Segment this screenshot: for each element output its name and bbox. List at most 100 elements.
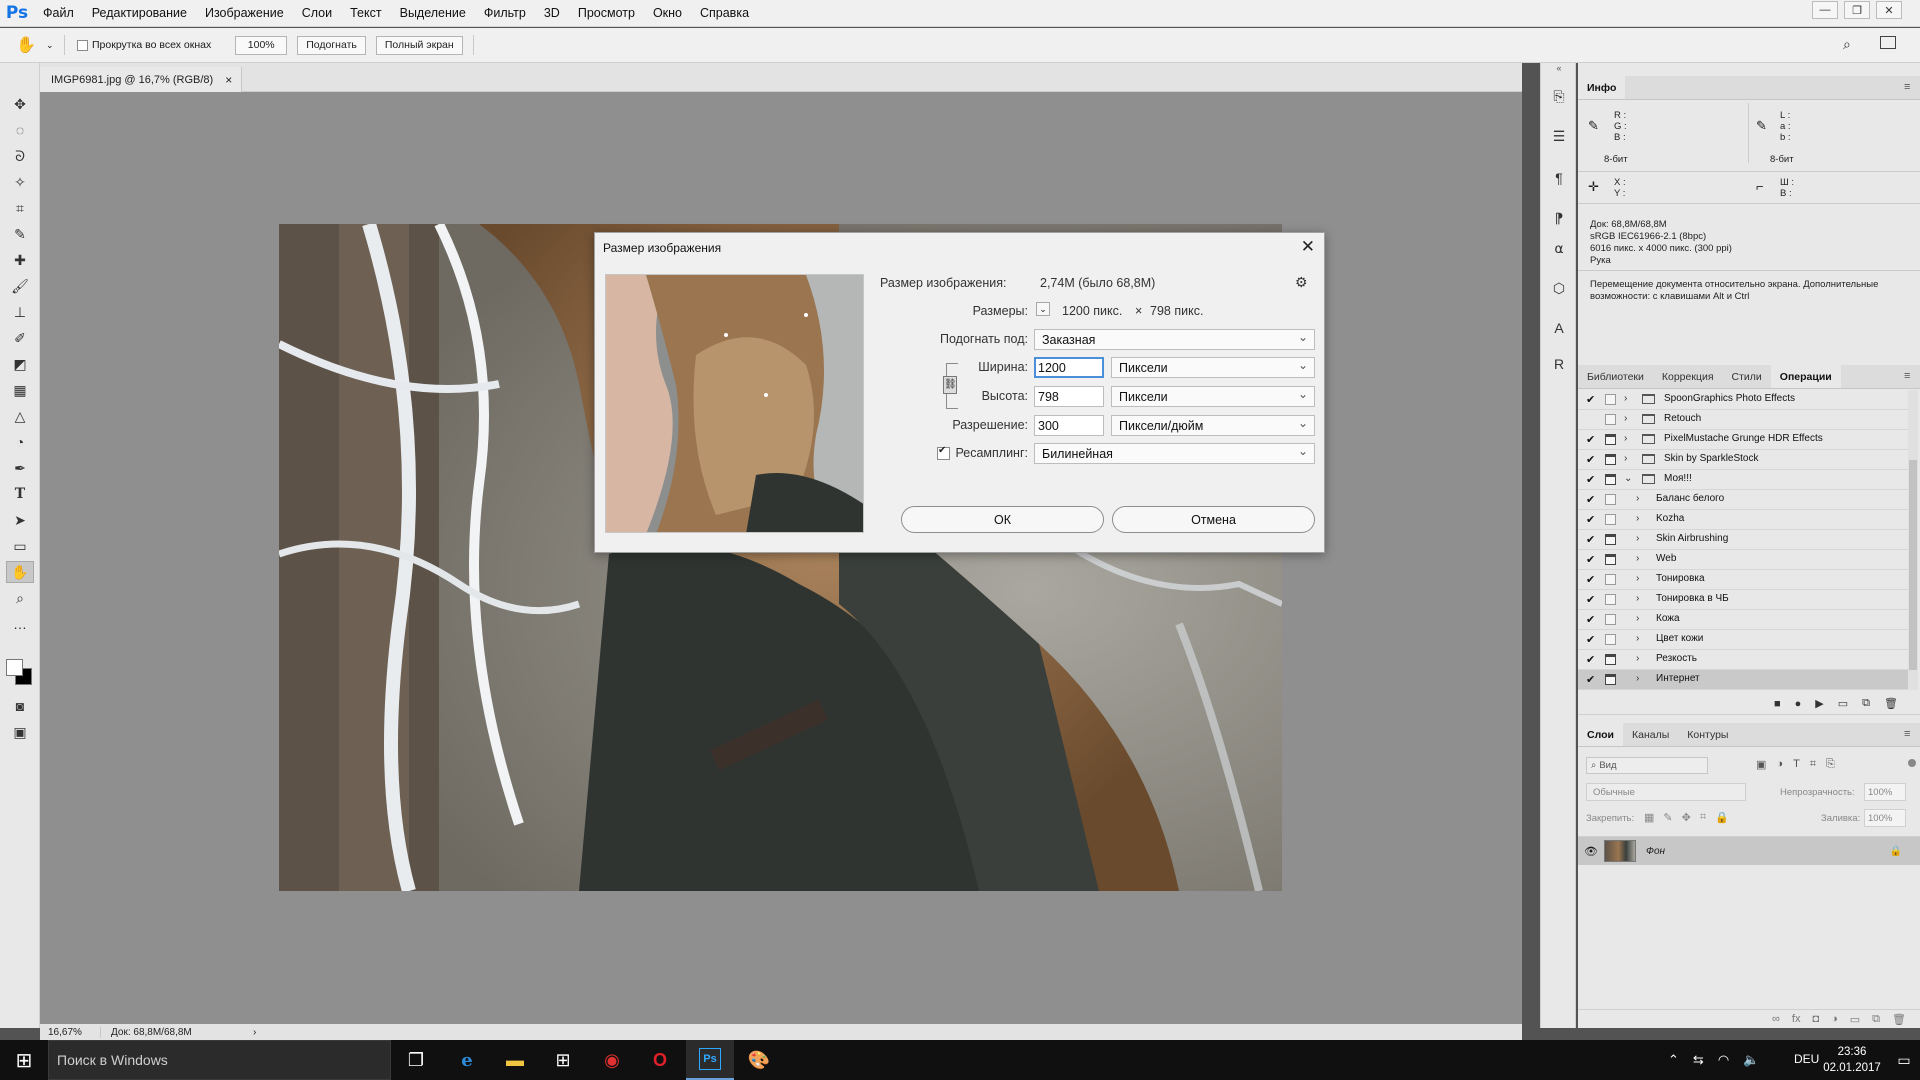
lasso-tool-icon[interactable]: ᘐ [6,145,34,167]
layer-style-icon[interactable]: fx [1792,1013,1801,1025]
stop-icon[interactable]: ■ [1774,698,1781,710]
tab-actions-0[interactable]: Библиотеки [1578,365,1653,388]
stamp-tool-icon[interactable]: ⊥ [6,301,34,323]
paragraph-panel-icon[interactable]: ¶ [1547,167,1571,189]
dialog-toggle-box[interactable] [1605,614,1616,625]
photoshop-taskbar-icon[interactable]: Ps [686,1040,734,1080]
chevron-right-icon[interactable]: › [1636,513,1639,524]
move-tool-icon[interactable]: ✥ [6,93,34,115]
action-toggle-check[interactable]: ✔ [1586,473,1595,486]
notification-icon[interactable]: ▭ [1888,1040,1920,1080]
eyedropper-icon[interactable]: ✎ [6,223,34,245]
chevron-right-icon[interactable]: › [1636,673,1639,684]
chevron-right-icon[interactable]: › [1624,453,1627,464]
chevron-right-icon[interactable]: › [1636,493,1639,504]
dimensions-unit-dropdown[interactable]: ⌄ [1036,302,1050,316]
dialog-toggle-box[interactable] [1605,394,1616,405]
chevron-right-icon[interactable]: › [1636,553,1639,564]
action-row[interactable]: ✔ › Skin by SparkleStock [1578,450,1908,470]
dodge-tool-icon[interactable]: ◔ [6,431,34,453]
restore-button[interactable]: ❐ [1844,1,1870,19]
opera-icon[interactable]: O [636,1040,684,1080]
new-group-icon[interactable]: ▭ [1850,1013,1860,1026]
lock-artboard-icon[interactable]: ⌗ [1700,811,1706,824]
wifi-icon[interactable]: ◠ [1718,1052,1729,1068]
screen-mode-icon[interactable]: ▣ [6,721,34,743]
menu-item-1[interactable]: Редактирование [83,0,196,27]
app-red-icon[interactable]: ◉ [588,1040,636,1080]
action-toggle-check[interactable]: ✔ [1586,393,1595,406]
file-explorer-icon[interactable]: ▬ [491,1040,539,1080]
filter-pixel-icon[interactable]: ▣ [1756,758,1766,771]
menu-item-6[interactable]: Фильтр [475,0,535,27]
action-toggle-check[interactable]: ✔ [1586,433,1595,446]
action-row[interactable]: ✔ ⌄ Моя!!! [1578,470,1908,490]
action-row[interactable]: ✔ › Kozha [1578,510,1908,530]
menu-item-0[interactable]: Файл [34,0,83,27]
magic-wand-icon[interactable]: ✧ [6,171,34,193]
menu-item-3[interactable]: Слои [293,0,341,27]
menu-item-2[interactable]: Изображение [196,0,293,27]
zoom-100-button[interactable]: 100% [235,35,288,55]
action-row[interactable]: ✔ › Интернет [1578,670,1908,690]
action-row[interactable]: ✔ › PixelMustache Grunge HDR Effects [1578,430,1908,450]
play-icon[interactable]: ▶ [1815,697,1823,710]
action-row[interactable]: ✔ › SpoonGraphics Photo Effects [1578,390,1908,410]
dialog-toggle-box[interactable] [1605,474,1616,485]
close-tab-icon[interactable]: × [225,73,232,87]
crop-tool-icon[interactable]: ⌗ [6,197,34,219]
layer-name[interactable]: Фон [1646,846,1665,857]
dialog-toggle-box[interactable] [1605,674,1616,685]
chevron-right-icon[interactable]: › [1624,433,1627,444]
chevron-right-icon[interactable]: › [1636,633,1639,644]
dialog-preview[interactable] [605,274,864,533]
chevron-right-icon[interactable]: › [1636,573,1639,584]
action-toggle-check[interactable]: ✔ [1586,453,1595,466]
more-tools-icon[interactable]: … [6,613,34,635]
filter-type-icon[interactable]: T [1793,758,1800,771]
action-toggle-check[interactable]: ✔ [1586,673,1595,686]
chevron-down-icon[interactable]: ⌄ [1624,473,1632,484]
close-window-button[interactable]: ✕ [1876,1,1902,19]
menu-item-4[interactable]: Текст [341,0,390,27]
tab-layers-1[interactable]: Каналы [1623,723,1678,746]
properties-panel-icon[interactable]: R [1547,353,1571,375]
chevron-right-icon[interactable]: › [1636,593,1639,604]
gear-icon[interactable]: ⚙ [1295,274,1308,291]
action-toggle-check[interactable]: ✔ [1586,613,1595,626]
clock[interactable]: 23:36 02.01.2017 [1816,1044,1888,1076]
dialog-toggle-box[interactable] [1605,434,1616,445]
action-toggle-check[interactable]: ✔ [1586,493,1595,506]
character-panel-icon[interactable]: A [1547,317,1571,339]
resolution-input[interactable]: 300 [1034,415,1104,436]
tab-layers-2[interactable]: Контуры [1678,723,1737,746]
chevron-right-icon[interactable]: › [1624,413,1627,424]
chevron-right-icon[interactable]: › [1636,613,1639,624]
workspace-icon[interactable] [1880,36,1896,49]
action-row[interactable]: ✔ › Skin Airbrushing [1578,530,1908,550]
new-set-icon[interactable]: ▭ [1838,697,1848,710]
resample-select[interactable]: Билинейная [1034,443,1315,464]
healing-brush-icon[interactable]: ✚ [6,249,34,271]
zoom-tool-icon[interactable]: ⌕ [6,587,34,609]
action-toggle-check[interactable]: ✔ [1586,513,1595,526]
action-toggle-check[interactable]: ✔ [1586,553,1595,566]
actions-menu-icon[interactable]: ≡ [1904,370,1910,382]
paragraph-styles-icon[interactable]: ⁋ [1547,207,1571,229]
layers-menu-icon[interactable]: ≡ [1904,728,1910,740]
new-layer-icon[interactable]: ⧉ [1872,1013,1880,1026]
gradient-tool-icon[interactable]: ▦ [6,379,34,401]
action-toggle-check[interactable]: ✔ [1586,633,1595,646]
path-selection-icon[interactable]: ➤ [6,509,34,531]
lock-paint-icon[interactable]: ✎ [1663,811,1672,824]
dialog-toggle-box[interactable] [1605,654,1616,665]
action-toggle-check[interactable]: ✔ [1586,653,1595,666]
pen-tool-icon[interactable]: ✒ [6,457,34,479]
link-layers-icon[interactable]: ∞ [1772,1013,1780,1025]
dialog-toggle-box[interactable] [1605,514,1616,525]
zoom-readout[interactable]: 16,67% [40,1027,100,1038]
action-row[interactable]: ✔ › Тонировка в ЧБ [1578,590,1908,610]
document-tab[interactable]: IMGP6981.jpg @ 16,7% (RGB/8) × [40,67,242,92]
menu-item-10[interactable]: Справка [691,0,758,27]
action-row[interactable]: ✔ › Web [1578,550,1908,570]
